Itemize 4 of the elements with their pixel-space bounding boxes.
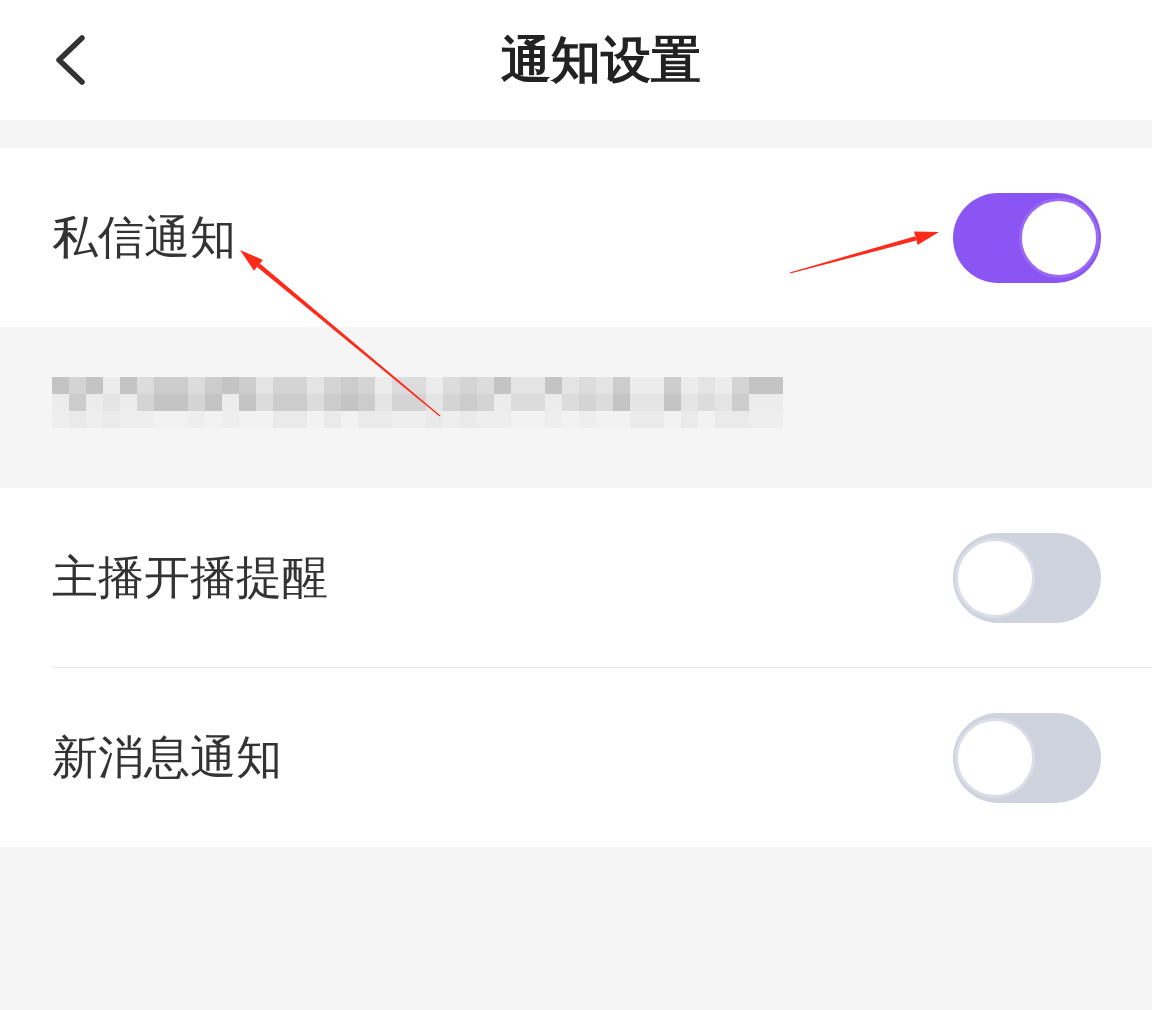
setting-label: 私信通知 xyxy=(52,209,236,266)
setting-label: 主播开播提醒 xyxy=(52,549,328,606)
page-title: 通知设置 xyxy=(501,30,701,90)
setting-label: 新消息通知 xyxy=(52,729,282,786)
